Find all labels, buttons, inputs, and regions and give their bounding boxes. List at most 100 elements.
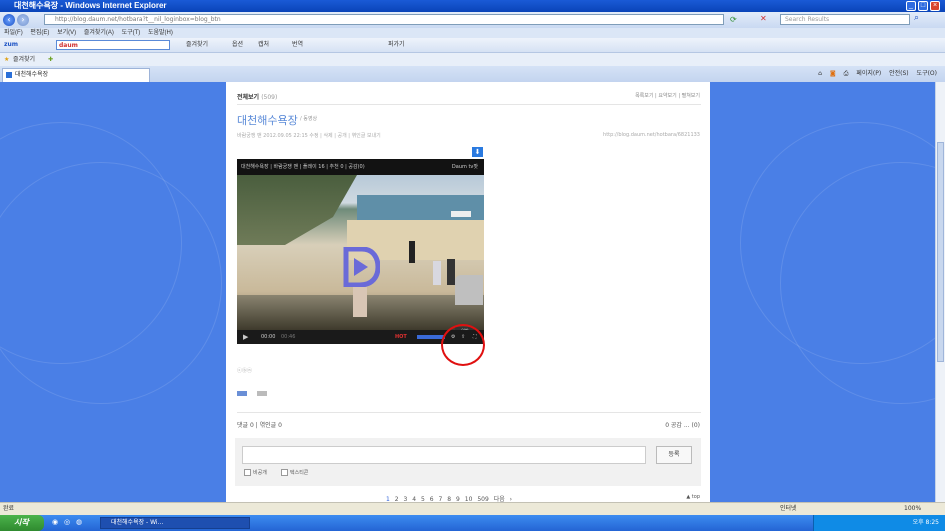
clock[interactable]: 오후 8:25: [913, 519, 939, 526]
duration: 00:46: [281, 334, 296, 340]
address-input[interactable]: http://blog.daum.net/hotbara?t__nil_logi…: [44, 14, 724, 25]
safety-menu[interactable]: 안전(S): [889, 70, 909, 77]
play-icon[interactable]: ▶: [243, 330, 248, 344]
tab-current[interactable]: 대천해수욕장: [2, 68, 150, 82]
tag-button[interactable]: [237, 391, 247, 396]
start-button[interactable]: 시작: [0, 515, 44, 531]
checkbox-icon[interactable]: [281, 469, 288, 476]
print-icon[interactable]: ⎙: [844, 70, 849, 77]
quicklaunch-icon[interactable]: ◎: [64, 518, 70, 526]
post-category[interactable]: / 동영상: [300, 115, 317, 122]
toolbar-translate[interactable]: 번역: [292, 38, 303, 52]
permalink[interactable]: http://blog.daum.net/hotbara/6821133: [603, 132, 700, 138]
menu-bar: 파일(F) 편집(E) 보기(V) 즐겨찾기(A) 도구(T) 도움말(H): [0, 28, 945, 38]
menu-favorites[interactable]: 즐겨찾기(A): [84, 30, 114, 36]
quicklaunch-icon[interactable]: ◍: [76, 518, 82, 526]
page-menu[interactable]: 페이지(P): [856, 70, 881, 77]
add-favorite-icon[interactable]: ✚: [48, 53, 53, 66]
person-figure: [433, 261, 441, 285]
toolbar-capture[interactable]: 캡처: [258, 38, 269, 52]
menu-tools[interactable]: 도구(T): [122, 30, 141, 36]
tvpot-brand[interactable]: Daum tv팟: [452, 159, 478, 175]
system-tray: 오후 8:25: [813, 515, 945, 531]
tab-row: 대천해수욕장 ⌂ ◙ ⎙ 페이지(P) 안전(S) 도구(O): [0, 66, 945, 83]
post-meta: 바람궁쟁 맨 2012.09.05 22:15 수정 | 삭제 | 공개 | 엮…: [237, 133, 381, 139]
menu-edit[interactable]: 편집(E): [30, 30, 49, 36]
car: [455, 275, 483, 305]
blog-content: 전체보기 (509) 목록보기 | 요약보기 | 펼쳐보기 대천해수욕장 / 동…: [226, 82, 710, 503]
all-posts-link[interactable]: 전체보기: [237, 94, 259, 101]
video-frame[interactable]: [237, 175, 484, 330]
menu-help[interactable]: 도움말(H): [148, 30, 173, 36]
forward-button[interactable]: ›: [17, 14, 29, 26]
toolbar-options[interactable]: 옵션: [232, 38, 243, 52]
back-button[interactable]: ‹: [3, 14, 15, 26]
post-list-header: 전체보기 (509): [237, 92, 277, 101]
decor-circle: [0, 162, 222, 404]
quicklaunch-icon[interactable]: ◉: [52, 518, 58, 526]
comment-summary: 0 공감 ... (0): [665, 422, 700, 429]
divider: [237, 412, 701, 413]
checkbox-icon[interactable]: [244, 469, 251, 476]
hot-label[interactable]: HOT: [395, 330, 407, 344]
zum-toolbar: zum daum 즐겨찾기 옵션 캡처 번역 퍼가기: [0, 38, 945, 53]
menu-file[interactable]: 파일(F): [4, 30, 23, 36]
video-player[interactable]: 대천해수욕장 | 바람궁쟁 맨 | 플레이 16 | 추천 0 | 공감(0) …: [237, 159, 484, 344]
download-icon[interactable]: ⬇: [472, 147, 483, 157]
video-trees: [237, 175, 357, 245]
person-figure: [447, 259, 455, 285]
video-header: 대천해수욕장 | 바람궁쟁 맨 | 플레이 16 | 추천 0 | 공감(0) …: [237, 159, 484, 175]
minimize-button[interactable]: _: [906, 1, 916, 11]
daum-favicon-icon: [6, 72, 12, 78]
title-bar: 대천해수욕장 - Windows Internet Explorer _ □ ×: [0, 0, 945, 12]
boat: [451, 211, 471, 217]
person-figure: [409, 241, 415, 263]
taskbar-ie-window[interactable]: 대천해수욕장 - Wi...: [100, 517, 250, 529]
status-text: 완료: [3, 505, 15, 512]
search-icon[interactable]: ⌕: [914, 13, 919, 23]
play-logo-icon[interactable]: [340, 247, 380, 287]
address-row: ‹ › http://blog.daum.net/hotbara?t__nil_…: [0, 12, 945, 28]
star-icon: ★: [4, 56, 10, 63]
top-link[interactable]: ▲ top: [686, 494, 700, 500]
status-bar: 완료 인터넷 100%: [0, 502, 945, 516]
secret-checkbox[interactable]: 비공개: [244, 469, 267, 476]
favorites-button[interactable]: 즐겨찾기: [13, 53, 35, 66]
zum-search-input[interactable]: daum: [56, 40, 170, 50]
toolbar-favorites[interactable]: 즐겨찾기: [186, 38, 208, 52]
post-title[interactable]: 대천해수욕장: [237, 112, 298, 128]
search-input[interactable]: Search Results: [780, 14, 910, 25]
post-count: (509): [261, 94, 278, 101]
favorites-bar: ★ 즐겨찾기 ✚: [0, 53, 945, 66]
tools-menu[interactable]: 도구(O): [917, 70, 937, 77]
register-button[interactable]: 등록: [656, 446, 692, 464]
scroll-thumb[interactable]: [937, 142, 944, 362]
volume-slider[interactable]: [417, 335, 445, 339]
home-icon[interactable]: ⌂: [818, 70, 822, 77]
vertical-scrollbar[interactable]: [935, 82, 945, 502]
toolbar-share[interactable]: 퍼가기: [388, 38, 405, 52]
tag-button[interactable]: [257, 391, 268, 396]
zum-logo[interactable]: zum: [4, 38, 18, 52]
tab-title: 대천해수욕장: [15, 71, 49, 78]
rss-icon[interactable]: ◙: [830, 70, 836, 77]
emoticon-label: 텍스티콘: [290, 470, 309, 476]
highlight-circle: [441, 324, 485, 366]
taskbar: 시작 ◉ ◎ ◍ 대천해수욕장 - Wi... 오후 8:25: [0, 515, 945, 531]
zoom-level[interactable]: 100%: [904, 503, 921, 515]
emoticon-checkbox[interactable]: 텍스티콘: [281, 469, 308, 476]
view-options[interactable]: 목록보기 | 요약보기 | 펼쳐보기: [635, 92, 700, 99]
comment-input[interactable]: [242, 446, 646, 464]
close-button[interactable]: ×: [930, 1, 940, 11]
comment-tabs[interactable]: 댓글 0 | 엮인글 0: [237, 420, 282, 429]
command-bar: ⌂ ◙ ⎙ 페이지(P) 안전(S) 도구(O): [818, 69, 937, 79]
post-tags: [237, 390, 275, 398]
stop-icon[interactable]: ✕: [760, 14, 767, 23]
video-info: 대천해수욕장 | 바람궁쟁 맨 | 플레이 16 | 추천 0 | 공감(0): [241, 164, 365, 170]
maximize-button[interactable]: □: [918, 1, 928, 11]
ccl-license[interactable]: ⓒⓑⓝ: [237, 367, 252, 374]
menu-view[interactable]: 보기(V): [57, 30, 76, 36]
zone-label: 인터넷: [780, 505, 797, 512]
divider: [237, 104, 701, 105]
refresh-icon[interactable]: ⟳: [730, 15, 737, 24]
